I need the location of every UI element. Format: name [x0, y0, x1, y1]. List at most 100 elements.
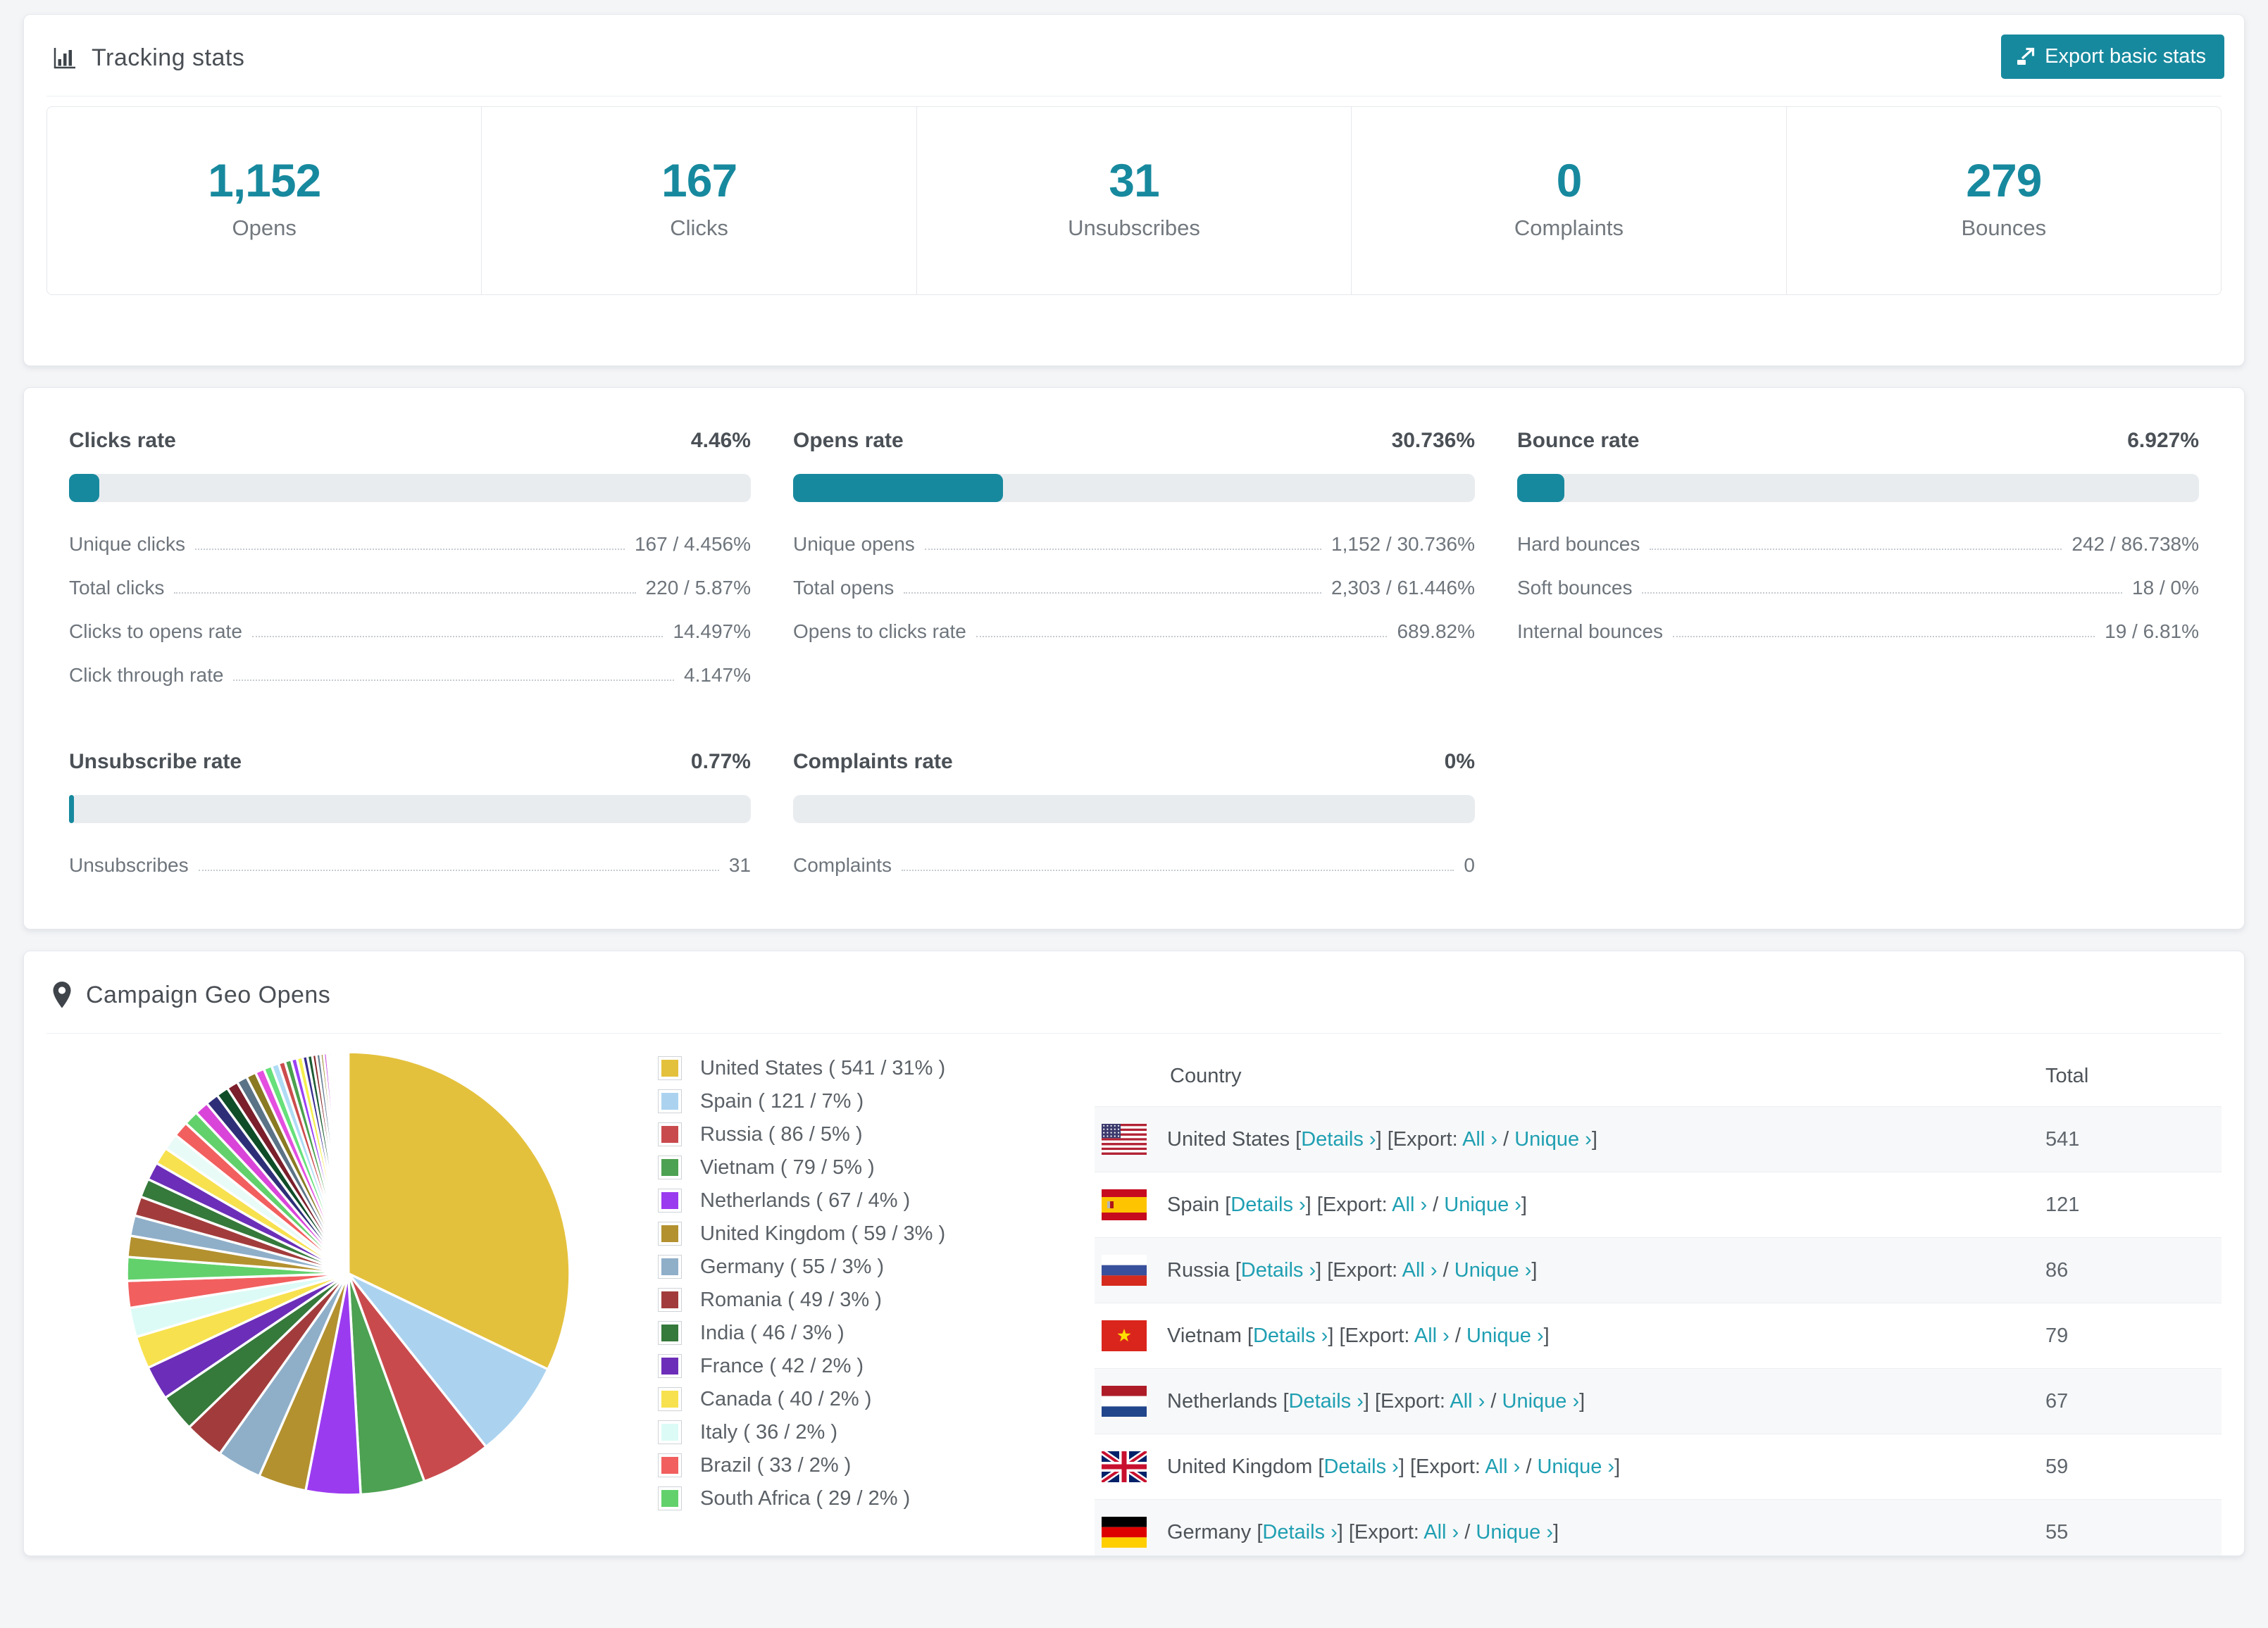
- export-unique-link[interactable]: Unique ›: [1444, 1194, 1521, 1216]
- export-all-link[interactable]: All ›: [1462, 1128, 1497, 1151]
- table-row-gb: United Kingdom [Details ›] [Export: All …: [1095, 1434, 2222, 1499]
- bracket: ]: [1363, 1389, 1375, 1413]
- dotted-leader: [198, 870, 719, 871]
- table-row-ru: Russia [Details ›] [Export: All › / Uniq…: [1095, 1237, 2222, 1303]
- bracket: ]: [1305, 1193, 1317, 1216]
- summary-label: Clicks: [670, 215, 728, 240]
- summary-box-complaints: 0 Complaints: [1352, 107, 1787, 294]
- rates-card: Clicks rate 4.46% Unique clicks 167 / 4.456…: [23, 387, 2245, 929]
- export-unique-link[interactable]: Unique ›: [1476, 1521, 1553, 1544]
- export-unique-link[interactable]: Unique ›: [1454, 1259, 1532, 1282]
- progress-bar: [1517, 474, 2199, 502]
- rate-row-label: Unsubscribes: [69, 854, 189, 876]
- rate-row: Internal bounces 19 / 6.81%: [1517, 620, 2199, 643]
- legend-label: South Africa ( 29 / 2% ): [700, 1486, 911, 1510]
- details-link[interactable]: Details ›: [1289, 1390, 1364, 1413]
- export-all-link[interactable]: All ›: [1423, 1521, 1459, 1544]
- export-basic-stats-button[interactable]: Export basic stats: [2001, 35, 2224, 79]
- legend-item: Spain ( 121 / 7% ): [658, 1089, 1095, 1113]
- country-name: Netherlands: [1167, 1389, 1283, 1413]
- export-prefix: [Export:: [1409, 1455, 1485, 1478]
- details-link[interactable]: Details ›: [1262, 1521, 1337, 1544]
- rate-value: 6.927%: [2127, 429, 2199, 452]
- rate-row: Total clicks 220 / 5.87%: [69, 577, 751, 599]
- export-unique-link[interactable]: Unique ›: [1466, 1325, 1544, 1347]
- details-link[interactable]: Details ›: [1301, 1128, 1376, 1151]
- summary-value: 1,152: [208, 154, 321, 206]
- legend-swatch: [658, 1156, 682, 1179]
- legend-label: Germany ( 55 / 3% ): [700, 1255, 885, 1278]
- rate-row: Complaints 0: [793, 854, 1475, 877]
- rate-value: 0.77%: [690, 750, 751, 773]
- export-prefix: [Export:: [1348, 1520, 1424, 1544]
- gb-flag-icon: [1102, 1451, 1147, 1482]
- export-prefix: [Export:: [1387, 1127, 1463, 1151]
- legend-label: Spain ( 121 / 7% ): [700, 1089, 864, 1113]
- rate-row: Soft bounces 18 / 0%: [1517, 577, 2199, 599]
- rate-panel-head: Opens rate 30.736%: [793, 429, 1475, 453]
- details-link[interactable]: Details ›: [1230, 1194, 1305, 1216]
- export-all-link[interactable]: All ›: [1402, 1259, 1438, 1282]
- export-unique-link[interactable]: Unique ›: [1537, 1455, 1614, 1478]
- column-header-country: Country: [1170, 1065, 1242, 1087]
- legend-label: France ( 42 / 2% ): [700, 1354, 864, 1377]
- bracket: ]: [1543, 1324, 1550, 1347]
- vn-flag-icon: [1102, 1320, 1147, 1351]
- total-cell: 121: [2045, 1193, 2080, 1216]
- bracket: ]: [1591, 1127, 1597, 1151]
- total-cell: 86: [2045, 1258, 2069, 1282]
- table-row-us: United States [Details ›] [Export: All ›…: [1095, 1106, 2222, 1172]
- bracket: ]: [1579, 1389, 1585, 1413]
- legend-item: Vietnam ( 79 / 5% ): [658, 1156, 1095, 1179]
- table-row-nl: Netherlands [Details ›] [Export: All › /…: [1095, 1368, 2222, 1434]
- details-link[interactable]: Details ›: [1241, 1259, 1316, 1282]
- legend-swatch: [658, 1321, 682, 1345]
- legend-item: Russia ( 86 / 5% ): [658, 1122, 1095, 1146]
- dotted-leader: [251, 636, 663, 637]
- rate-row-value: 14.497%: [673, 620, 751, 642]
- geo-table-header: Country Total: [1095, 1045, 2222, 1106]
- legend-swatch: [658, 1486, 682, 1510]
- rate-row: Unique opens 1,152 / 30.736%: [793, 533, 1475, 556]
- rate-title: Clicks rate: [69, 429, 176, 452]
- export-all-link[interactable]: All ›: [1392, 1194, 1427, 1216]
- legend-item: South Africa ( 29 / 2% ): [658, 1486, 1095, 1510]
- rate-panel-unsubscribe-rate: Unsubscribe rate 0.77% Unsubscribes 31: [69, 750, 751, 877]
- legend-item: France ( 42 / 2% ): [658, 1354, 1095, 1378]
- table-row-es: Spain [Details ›] [Export: All › / Uniqu…: [1095, 1172, 2222, 1237]
- dotted-leader: [1673, 636, 2095, 637]
- export-unique-link[interactable]: Unique ›: [1514, 1128, 1592, 1151]
- export-unique-link[interactable]: Unique ›: [1502, 1390, 1580, 1413]
- summary-label: Complaints: [1514, 215, 1624, 240]
- total-cell: 79: [2045, 1324, 2069, 1347]
- summary-box-clicks: 167 Clicks: [482, 107, 917, 294]
- dotted-leader: [1642, 592, 2123, 594]
- details-link[interactable]: Details ›: [1323, 1455, 1398, 1478]
- rate-rows: Hard bounces 242 / 86.738% Soft bounces 18 …: [1517, 533, 2199, 643]
- bracket: ]: [1376, 1127, 1388, 1151]
- summary-label: Opens: [232, 215, 297, 240]
- rate-panel-head: Unsubscribe rate 0.77%: [69, 750, 751, 774]
- country-cell: United States [Details ›] [Export: All ›…: [1167, 1128, 2045, 1151]
- rate-rows: Unique clicks 167 / 4.456% Total clicks 220…: [69, 533, 751, 687]
- dotted-leader: [1650, 549, 2062, 550]
- export-all-link[interactable]: All ›: [1414, 1325, 1450, 1347]
- geo-legend: United States ( 541 / 31% ) Spain ( 121 /…: [658, 1034, 1095, 1520]
- legend-label: United Kingdom ( 59 / 3% ): [700, 1222, 946, 1245]
- export-all-link[interactable]: All ›: [1485, 1455, 1520, 1478]
- rate-row-value: 689.82%: [1397, 620, 1475, 642]
- rates-grid: Clicks rate 4.46% Unique clicks 167 / 4.456…: [24, 388, 2244, 929]
- dotted-leader: [904, 592, 1322, 594]
- legend-swatch: [658, 1122, 682, 1146]
- export-prefix: [Export:: [1316, 1193, 1392, 1216]
- table-row-vn: Vietnam [Details ›] [Export: All › / Uni…: [1095, 1303, 2222, 1368]
- export-all-link[interactable]: All ›: [1450, 1390, 1485, 1413]
- export-prefix: [Export:: [1374, 1389, 1450, 1413]
- export-icon: [2015, 46, 2036, 68]
- bracket: ]: [1614, 1455, 1621, 1478]
- summary-label: Unsubscribes: [1068, 215, 1200, 240]
- legend-item: Romania ( 49 / 3% ): [658, 1288, 1095, 1312]
- details-link[interactable]: Details ›: [1253, 1325, 1328, 1347]
- country-cell: Vietnam [Details ›] [Export: All › / Uni…: [1167, 1325, 2045, 1348]
- bracket: ]: [1398, 1455, 1410, 1478]
